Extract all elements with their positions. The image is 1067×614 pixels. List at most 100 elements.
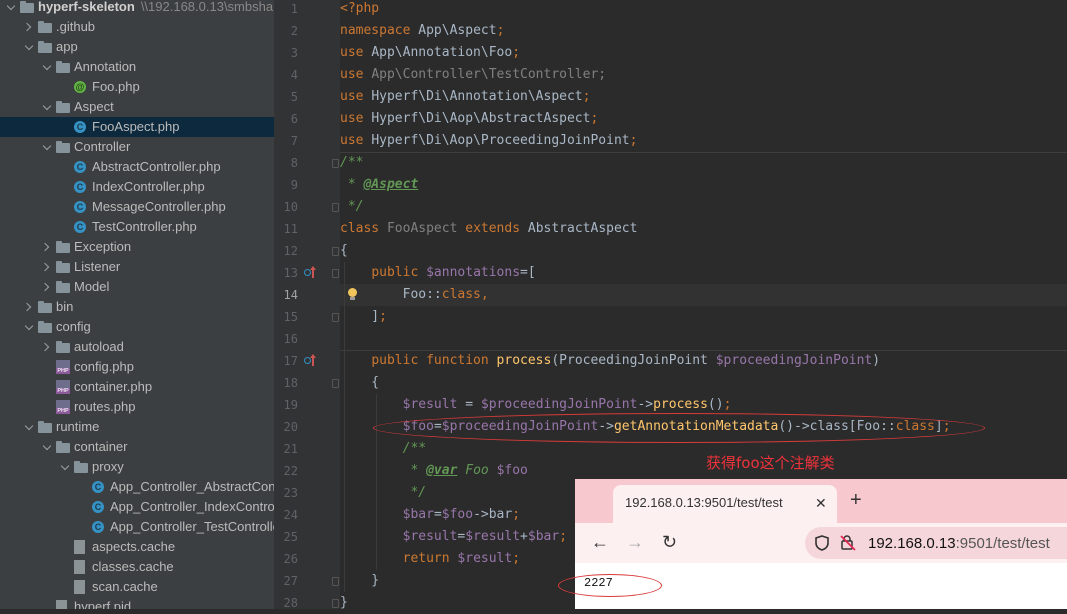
chevron-right-icon[interactable]	[42, 257, 54, 277]
tree-file[interactable]: config.php	[0, 357, 274, 377]
tree-folder[interactable]: Exception	[0, 237, 274, 257]
line-number: 8	[290, 156, 298, 170]
chevron-down-icon[interactable]	[24, 317, 36, 337]
tree-folder[interactable]: Aspect	[0, 97, 274, 117]
fold-marker-icon[interactable]	[332, 379, 339, 388]
tab-title: 192.168.0.13:9501/test/test	[625, 495, 783, 510]
shield-icon[interactable]	[815, 535, 829, 551]
tree-folder[interactable]: autoload	[0, 337, 274, 357]
code-line[interactable]: Foo::class,	[340, 284, 1067, 306]
tree-file[interactable]: aspects.cache	[0, 537, 274, 557]
code-line[interactable]: ];	[340, 306, 1067, 328]
code-line[interactable]: use App\Controller\TestController;	[340, 64, 1067, 86]
tree-folder[interactable]: config	[0, 317, 274, 337]
line-number: 6	[290, 112, 298, 126]
code-line[interactable]: {	[340, 240, 1067, 262]
chevron-right-icon[interactable]	[24, 17, 36, 37]
code-line[interactable]: /**	[340, 152, 1067, 174]
address-bar[interactable]: 192.168.0.13:9501/test/test	[805, 527, 1067, 559]
folder-icon	[56, 341, 70, 353]
chevron-right-icon[interactable]	[42, 337, 54, 357]
tree-file[interactable]: App_Controller_IndexContro	[0, 497, 274, 517]
override-marker-icon[interactable]	[304, 354, 317, 367]
code-line[interactable]: * @Aspect	[340, 174, 1067, 196]
tree-folder[interactable]: Model	[0, 277, 274, 297]
fold-marker-icon[interactable]	[332, 159, 339, 168]
code-line[interactable]: <?php	[340, 0, 1067, 20]
tree-file[interactable]: App_Controller_AbstractCont	[0, 477, 274, 497]
line-number: 2	[290, 24, 298, 38]
code-line[interactable]: use Hyperf\Di\Aop\ProceedingJoinPoint;	[340, 130, 1067, 152]
fold-marker-icon[interactable]	[332, 577, 339, 586]
tree-file[interactable]: classes.cache	[0, 557, 274, 577]
tree-file[interactable]: hyperf.pid	[0, 597, 274, 609]
line-number: 23	[283, 486, 298, 500]
tree-file[interactable]: MessageController.php	[0, 197, 274, 217]
tree-folder[interactable]: proxy	[0, 457, 274, 477]
code-line[interactable]: {	[340, 372, 1067, 394]
tree-file[interactable]: IndexController.php	[0, 177, 274, 197]
code-line[interactable]: use Hyperf\Di\Aop\AbstractAspect;	[340, 108, 1067, 130]
line-number: 4	[290, 68, 298, 82]
fold-marker-icon[interactable]	[332, 247, 339, 256]
chevron-right-icon[interactable]	[24, 297, 36, 317]
code-line[interactable]: use Hyperf\Di\Annotation\Aspect;	[340, 86, 1067, 108]
fold-marker-icon[interactable]	[332, 313, 339, 322]
line-number: 12	[283, 244, 298, 258]
tree-file[interactable]: AbstractController.php	[0, 157, 274, 177]
lightbulb-icon[interactable]	[348, 288, 357, 300]
browser-tab[interactable]: 192.168.0.13:9501/test/test ✕	[613, 485, 837, 523]
tree-file[interactable]: App_Controller_TestControlle	[0, 517, 274, 537]
tree-folder[interactable]: runtime	[0, 417, 274, 437]
tree-file[interactable]: scan.cache	[0, 577, 274, 597]
tree-file[interactable]: routes.php	[0, 397, 274, 417]
override-marker-icon[interactable]	[304, 266, 317, 279]
code-line[interactable]	[340, 328, 1067, 350]
code-line[interactable]: */	[340, 196, 1067, 218]
chevron-down-icon[interactable]	[24, 417, 36, 437]
tree-folder[interactable]: hyperf-skeleton \\192.168.0.13\smbsha	[0, 0, 274, 17]
forward-arrow-icon[interactable]: →	[626, 531, 644, 553]
tree-item-label: Controller	[74, 139, 131, 154]
chevron-down-icon[interactable]	[6, 0, 18, 17]
fold-marker-icon[interactable]	[332, 599, 339, 608]
chevron-down-icon[interactable]	[42, 97, 54, 117]
chevron-down-icon[interactable]	[24, 37, 36, 57]
code-line[interactable]: class FooAspect extends AbstractAspect	[340, 218, 1067, 240]
tree-item-label: hyperf-skeleton \\192.168.0.13\smbsha	[38, 0, 274, 14]
tree-folder[interactable]: app	[0, 37, 274, 57]
chevron-down-icon[interactable]	[42, 137, 54, 157]
insecure-lock-icon[interactable]	[840, 534, 856, 551]
chevron-down-icon[interactable]	[42, 437, 54, 457]
code-line[interactable]: public function process(ProceedingJoinPo…	[340, 350, 1067, 372]
chevron-right-icon[interactable]	[42, 277, 54, 297]
tree-folder[interactable]: bin	[0, 297, 274, 317]
tree-item-label: App_Controller_IndexContro	[110, 499, 274, 514]
code-line[interactable]: public $annotations=[	[340, 262, 1067, 284]
chevron-down-icon[interactable]	[60, 457, 72, 477]
new-tab-icon[interactable]: +	[850, 489, 862, 511]
tree-folder[interactable]: Annotation	[0, 57, 274, 77]
folder-icon	[56, 441, 70, 453]
tree-folder[interactable]: Controller	[0, 137, 274, 157]
chevron-right-icon[interactable]	[42, 237, 54, 257]
tree-file[interactable]: Foo.php	[0, 77, 274, 97]
tree-file[interactable]: container.php	[0, 377, 274, 397]
tree-item-label: App_Controller_TestControlle	[110, 519, 274, 534]
project-path: \\192.168.0.13\smbsha	[140, 0, 274, 14]
code-line[interactable]: use App\Annotation\Foo;	[340, 42, 1067, 64]
folder-icon	[56, 61, 70, 73]
tree-folder[interactable]: .github	[0, 17, 274, 37]
folder-icon	[38, 321, 52, 333]
back-arrow-icon[interactable]: ←	[591, 531, 609, 553]
tree-file[interactable]: FooAspect.php	[0, 117, 274, 137]
code-line[interactable]: namespace App\Aspect;	[340, 20, 1067, 42]
close-tab-icon[interactable]: ✕	[815, 495, 827, 512]
chevron-down-icon[interactable]	[42, 57, 54, 77]
fold-marker-icon[interactable]	[332, 269, 339, 278]
tree-file[interactable]: TestController.php	[0, 217, 274, 237]
fold-marker-icon[interactable]	[332, 203, 339, 212]
tree-folder[interactable]: Listener	[0, 257, 274, 277]
reload-icon[interactable]: ↻	[662, 531, 677, 553]
tree-folder[interactable]: container	[0, 437, 274, 457]
